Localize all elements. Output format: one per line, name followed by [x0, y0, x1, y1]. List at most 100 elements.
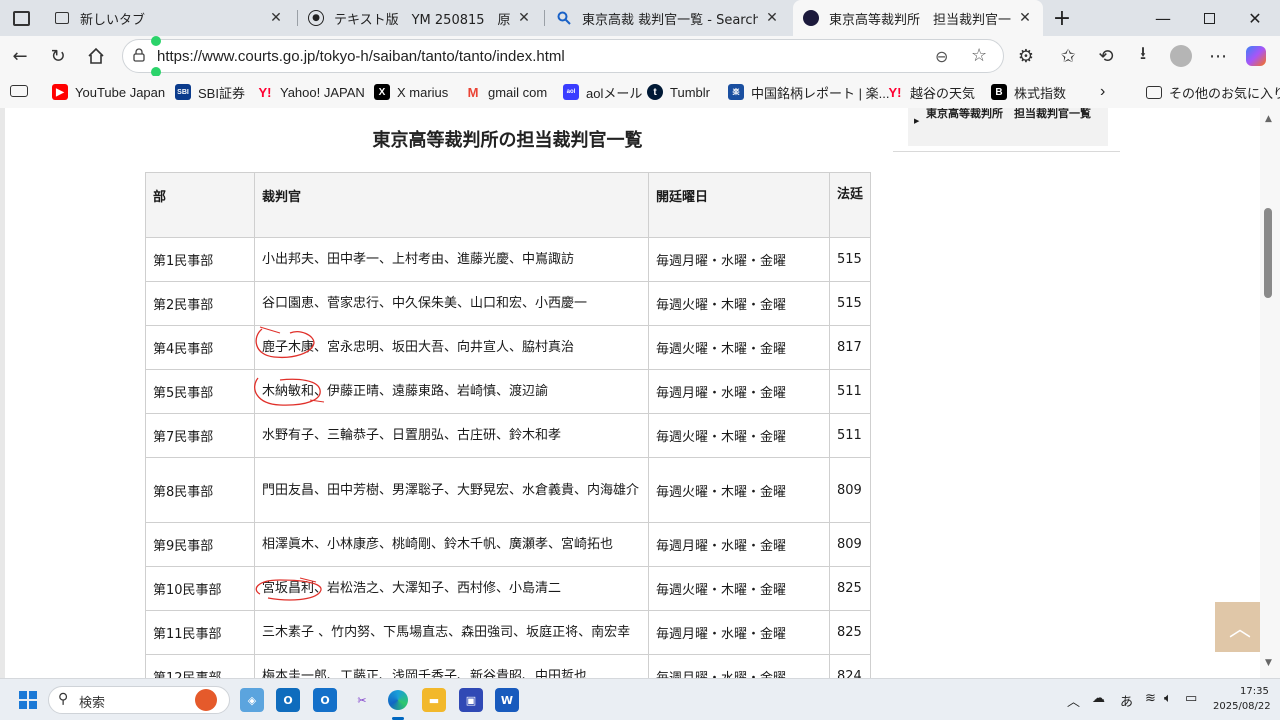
- bookmark-rakuten[interactable]: 楽中国銘柄レポート | 楽...: [728, 82, 889, 102]
- bookmark-x[interactable]: X X marius: [374, 82, 448, 102]
- folder-icon: [1146, 85, 1162, 99]
- back-to-top-button[interactable]: ︿: [1215, 602, 1265, 652]
- schedule-cell: 毎週火曜・木曜・金曜: [648, 413, 830, 458]
- tab-text-doc[interactable]: ● テキスト版 YM 250815 原告第１ ✕: [298, 0, 542, 36]
- bookmark-sbi[interactable]: SBI SBI証券: [175, 82, 245, 102]
- taskbar-app-snipping[interactable]: ✂: [350, 688, 374, 712]
- new-tab-button[interactable]: +: [1040, 0, 1084, 36]
- judges-cell: 小出邦夫、田中孝一、上村考由、進藤光慶、中嶌諏訪: [254, 237, 649, 282]
- taskbar-app-word[interactable]: W: [495, 688, 519, 712]
- chevron-up-icon: ︿: [1228, 617, 1251, 642]
- bookmark-aol[interactable]: aol aolメール: [563, 82, 642, 102]
- taskbar-app-outlook[interactable]: O: [276, 688, 300, 712]
- column-header: 裁判官: [254, 172, 649, 238]
- settings-menu-button[interactable]: ⋯: [1202, 40, 1234, 72]
- tab-courts[interactable]: 東京高等裁判所 担当裁判官一覧 ✕: [793, 0, 1043, 36]
- minimize-button[interactable]: —: [1140, 0, 1186, 36]
- page-title: 東京高等裁判所の担当裁判官一覧: [372, 130, 643, 151]
- table-row: 第7民事部 水野有子、三輪恭子、日置朋弘、古庄研、鈴木和孝 毎週火曜・木曜・金曜 51…: [145, 413, 871, 458]
- widgets-icon: ◈: [247, 693, 257, 707]
- table-row: 第12民事部梅本圭一郎、工藤正、浅岡千香子、新谷貴昭、中田哲也毎週月曜・水曜・金…: [145, 654, 871, 678]
- clock-time[interactable]: 17:35: [1240, 686, 1269, 697]
- bookmark-label: その他のお気に入り: [1169, 85, 1280, 101]
- bookmark-label: aolメール: [586, 85, 643, 101]
- taskbar-app-edge[interactable]: [386, 688, 410, 712]
- close-window-button[interactable]: ✕: [1232, 0, 1278, 36]
- close-icon[interactable]: ✕: [516, 10, 532, 26]
- volume-icon[interactable]: 🔈︎: [1164, 691, 1172, 706]
- tab-label: 東京高裁 裁判官一覧 - Search: [582, 12, 758, 28]
- courtroom-cell: 824: [829, 654, 871, 678]
- copilot-button[interactable]: [1240, 40, 1272, 72]
- scrollbar-thumb[interactable]: [1264, 208, 1272, 298]
- favorite-star-icon[interactable]: ☆: [971, 45, 987, 66]
- tab-label: 新しいタブ: [80, 12, 146, 28]
- close-icon[interactable]: ✕: [268, 10, 284, 26]
- tab-divider: [544, 10, 545, 26]
- judges-cell: 三木素子 、竹内努、下馬場直志、森田強司、坂庭正将、南宏幸: [254, 610, 649, 655]
- download-icon: ⭳: [1139, 43, 1147, 64]
- tab-new-tab[interactable]: 新しいタブ ✕: [44, 0, 294, 36]
- reading-list-icon[interactable]: [10, 85, 28, 97]
- search-placeholder: 検索: [79, 696, 106, 711]
- start-button[interactable]: [16, 688, 40, 712]
- widget-icon: [195, 689, 217, 711]
- other-favorites-folder[interactable]: その他のお気に入り: [1146, 82, 1280, 102]
- restore-button[interactable]: [1186, 0, 1232, 36]
- courtroom-cell: 515: [829, 237, 871, 282]
- text-doc-icon: ●: [308, 10, 324, 26]
- handwritten-annotation: [255, 577, 322, 601]
- site-info-icon[interactable]: [133, 48, 145, 62]
- home-button[interactable]: [80, 40, 112, 72]
- bookmark-youtube[interactable]: ▶ YouTube Japan: [52, 82, 165, 102]
- favorites-button[interactable]: ✩: [1052, 40, 1084, 72]
- wifi-icon[interactable]: ≋: [1145, 691, 1156, 706]
- downloads-button[interactable]: ⭳: [1127, 40, 1159, 72]
- show-hidden-icons-button[interactable]: ︿: [1067, 691, 1080, 710]
- extensions-button[interactable]: ⚙: [1010, 40, 1042, 72]
- tab-actions-button[interactable]: [0, 0, 42, 36]
- search-icon: ⚲: [58, 691, 69, 707]
- bookmark-gmail[interactable]: Mgmail com: [465, 82, 548, 102]
- scroll-up-icon: ▲: [1265, 114, 1272, 124]
- column-header: 開廷曜日: [648, 172, 830, 238]
- minimize-icon: —: [1155, 8, 1171, 28]
- table-header-row: 部 裁判官 開廷曜日 法廷: [145, 172, 871, 238]
- schedule-cell: 毎週火曜・木曜・金曜: [648, 325, 830, 370]
- back-arrow-icon: ←: [12, 45, 28, 67]
- back-button[interactable]: ←: [4, 40, 36, 72]
- taskbar-search[interactable]: ⚲ 検索: [48, 686, 230, 714]
- close-icon[interactable]: ✕: [764, 10, 780, 26]
- onedrive-icon[interactable]: ☁: [1092, 691, 1105, 706]
- chevron-right-icon: ›: [1100, 83, 1106, 100]
- sidebar-current-item[interactable]: ▶ 東京高等裁判所 担当裁判官一覧: [908, 108, 1108, 146]
- bookmark-yahoo[interactable]: Y! Yahoo! JAPAN: [257, 82, 365, 102]
- schedule-cell: 毎週月曜・水曜・金曜: [648, 610, 830, 655]
- taskbar-app-explorer[interactable]: ▬: [422, 688, 446, 712]
- tab-search[interactable]: 東京高裁 裁判官一覧 - Search ✕: [546, 0, 790, 36]
- bookmark-tumblr[interactable]: t Tumblr: [647, 82, 710, 102]
- taskbar-app-widgets[interactable]: ◈: [240, 688, 264, 712]
- taskbar-app-mail[interactable]: O: [313, 688, 337, 712]
- yahoo-icon: Y!: [888, 84, 902, 100]
- department-cell: 第5民事部: [145, 369, 255, 414]
- bookmark-weather[interactable]: Y! 越谷の天気: [887, 82, 976, 102]
- close-icon[interactable]: ✕: [1017, 10, 1033, 26]
- profile-button[interactable]: [1165, 40, 1197, 72]
- address-bar[interactable]: https://www.courts.go.jp/tokyo-h/saiban/…: [122, 39, 1004, 73]
- store-icon: ▣: [465, 693, 477, 707]
- schedule-cell: 毎週火曜・木曜・金曜: [648, 281, 830, 326]
- rakuten-icon: 楽: [728, 84, 744, 100]
- gmail-icon: M: [467, 84, 479, 100]
- taskbar-app-store[interactable]: ▣: [459, 688, 483, 712]
- bookmark-index[interactable]: B 株式指数: [991, 82, 1066, 102]
- zoom-icon[interactable]: ⊖: [935, 47, 948, 66]
- battery-icon[interactable]: ▭: [1185, 691, 1197, 706]
- ime-indicator[interactable]: あ: [1120, 691, 1133, 710]
- scrollbar[interactable]: ▲ ▼: [1260, 108, 1280, 678]
- clock-date[interactable]: 2025/08/22: [1213, 701, 1271, 712]
- more-bookmarks-button[interactable]: ›: [1100, 82, 1105, 102]
- history-button[interactable]: ⟲: [1090, 40, 1122, 72]
- refresh-button[interactable]: ↻: [42, 40, 74, 72]
- department-cell: 第1民事部: [145, 237, 255, 282]
